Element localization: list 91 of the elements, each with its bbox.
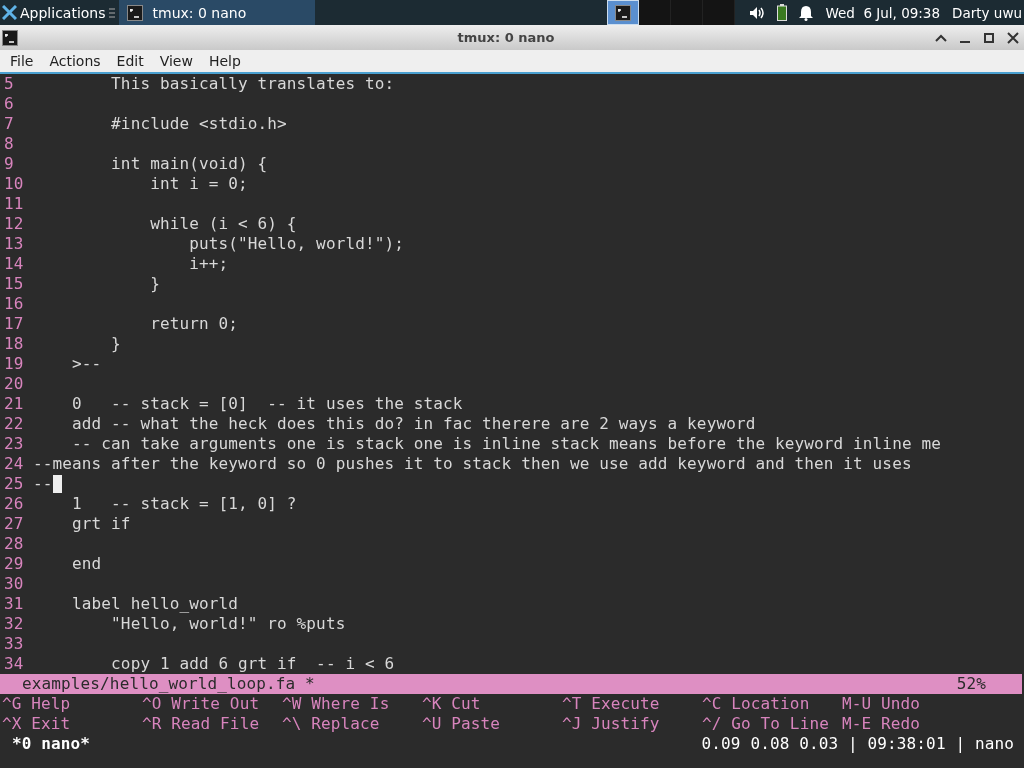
line-number: 29	[4, 554, 25, 574]
code-line: copy 1 add 6 grt if -- i < 6	[110, 654, 395, 674]
shortcut-hint: ^R Read File	[142, 714, 261, 734]
scroll-percent: 52%	[956, 674, 986, 694]
line-number: 28	[4, 534, 25, 554]
line-number: 30	[4, 574, 25, 594]
code-line: end	[71, 554, 102, 574]
line-number: 6	[4, 94, 15, 114]
tmux-window-label: *0 nano*	[12, 734, 91, 754]
battery-icon[interactable]	[777, 4, 788, 21]
shortcut-hint: ^U Paste	[422, 714, 502, 734]
line-number: 16	[4, 294, 25, 314]
volume-icon[interactable]	[749, 5, 766, 20]
code-line: add -- what the heck does this do? in fac therere are 2 ways a keyword	[71, 414, 756, 434]
code-line: puts("Hello, world!");	[188, 234, 404, 254]
user-name[interactable]: Darty uwu	[952, 4, 1022, 21]
shortcut-hint: M-E Redo	[842, 714, 922, 734]
code-line: 0 -- stack = [0] -- it uses the stack	[71, 394, 463, 414]
code-line: grt if	[71, 514, 131, 534]
shortcut-hint: ^G Help	[2, 694, 72, 714]
code-line: 1 -- stack = [1, 0] ?	[71, 494, 297, 514]
shortcut-hint: ^J Justify	[562, 714, 661, 734]
shortcut-hint: ^X Exit	[2, 714, 72, 734]
line-number: 34	[4, 654, 25, 674]
line-number: 33	[4, 634, 25, 654]
menu-item[interactable]: Help	[202, 53, 247, 69]
menu-item[interactable]: File	[4, 53, 40, 69]
menu-icon	[108, 6, 115, 19]
code-line: i++;	[188, 254, 229, 274]
shortcut-hint: M-U Undo	[842, 694, 922, 714]
line-number: 24	[4, 454, 25, 474]
code-line: This basically translates to:	[110, 74, 395, 94]
line-number: 11	[4, 194, 25, 214]
code-line: }	[110, 334, 121, 354]
x-logo-icon	[2, 5, 17, 20]
line-number: 12	[4, 214, 25, 234]
menu-item[interactable]: View	[153, 53, 199, 69]
line-number: 27	[4, 514, 25, 534]
close-icon[interactable]	[1006, 30, 1020, 45]
terminal-icon	[2, 29, 18, 46]
line-number: 9	[4, 154, 15, 174]
shortcut-hint: ^K Cut	[422, 694, 482, 714]
line-number: 25	[4, 474, 25, 494]
code-line: >--	[71, 354, 102, 374]
line-number: 15	[4, 274, 25, 294]
terminal-icon	[614, 4, 631, 21]
line-number: 7	[4, 114, 15, 134]
code-line: while (i < 6) {	[149, 214, 297, 234]
shortcut-hint: ^W Where Is	[282, 694, 391, 714]
shortcut-hint: ^C Location	[702, 694, 811, 714]
shortcut-hint: ^/ Go To Line	[702, 714, 830, 734]
window-title: tmux: 0 nano	[457, 30, 555, 45]
line-number: 20	[4, 374, 25, 394]
tmux-status: 0.09 0.08 0.03 | 09:38:01 | nano	[701, 734, 1014, 754]
workspace-button[interactable]	[638, 0, 671, 25]
terminal-icon	[126, 4, 143, 21]
code-line: --	[33, 474, 53, 494]
line-number: 10	[4, 174, 25, 194]
line-number: 21	[4, 394, 25, 414]
line-number: 8	[4, 134, 15, 154]
line-number: 32	[4, 614, 25, 634]
line-number: 19	[4, 354, 25, 374]
line-number: 26	[4, 494, 25, 514]
code-line: int i = 0;	[149, 174, 248, 194]
shortcut-hint: ^T Execute	[562, 694, 661, 714]
code-line: --means after the keyword so 0 pushes it to stack then we use add keyword and then it uses	[33, 454, 912, 474]
code-line: #include <stdio.h>	[110, 114, 287, 134]
line-number: 14	[4, 254, 25, 274]
line-number: 13	[4, 234, 25, 254]
menu-item[interactable]: Actions	[43, 53, 107, 69]
maximize-icon[interactable]	[982, 30, 996, 45]
applications-menu[interactable]: Applications	[20, 4, 106, 21]
code-line: label hello_world	[71, 594, 239, 614]
menu-item[interactable]: Edit	[110, 53, 150, 69]
code-line: -- can take arguments one is stack one is inline stack means before the keyword inline me	[71, 434, 941, 454]
file-name: examples/hello_world_loop.fa *	[22, 674, 315, 694]
shortcut-hint: ^\ Replace	[282, 714, 381, 734]
code-line: int main(void) {	[110, 154, 268, 174]
clock[interactable]: Wed 6 Jul, 09:38	[825, 4, 941, 21]
taskbar-button[interactable]: tmux: 0 nano	[118, 0, 315, 25]
line-number: 31	[4, 594, 25, 614]
line-number: 5	[4, 74, 15, 94]
code-line: return 0;	[149, 314, 239, 334]
code-line: }	[149, 274, 160, 294]
line-number: 23	[4, 434, 25, 454]
bell-icon[interactable]	[799, 4, 814, 21]
line-number: 17	[4, 314, 25, 334]
code-line: "Hello, world!" ro %puts	[110, 614, 346, 634]
line-number: 18	[4, 334, 25, 354]
shortcut-hint: ^O Write Out	[142, 694, 261, 714]
line-number: 22	[4, 414, 25, 434]
